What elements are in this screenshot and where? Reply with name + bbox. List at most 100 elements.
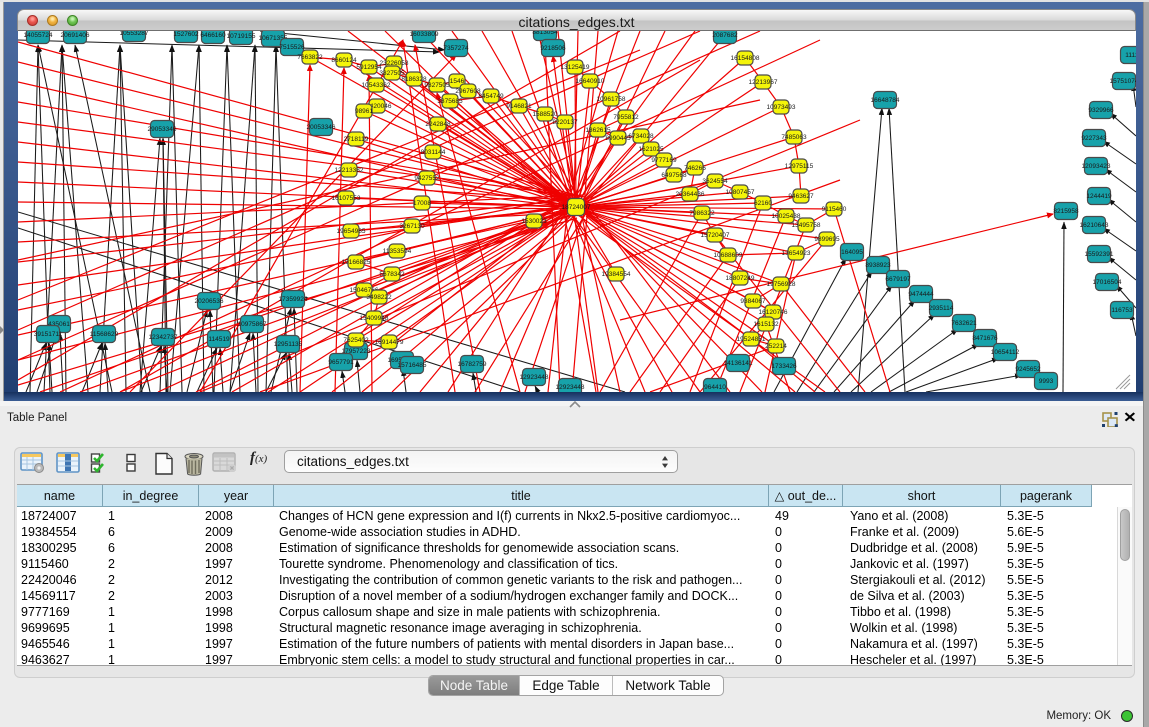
svg-text:16154808: 16154808: [731, 55, 760, 62]
svg-text:1527602: 1527602: [173, 31, 199, 38]
svg-text:964410: 964410: [704, 384, 726, 391]
svg-text:8186328: 8186328: [401, 76, 427, 83]
svg-text:1733426: 1733426: [771, 363, 797, 370]
svg-text:10975867: 10975867: [238, 321, 267, 328]
svg-text:7357274: 7357274: [443, 45, 469, 52]
svg-text:16914479: 16914479: [375, 339, 404, 346]
svg-text:19654985: 19654985: [337, 228, 366, 235]
svg-text:10543362: 10543362: [362, 82, 391, 89]
svg-text:2718119: 2718119: [344, 136, 369, 143]
svg-text:9245652: 9245652: [1015, 366, 1041, 373]
svg-text:10688609: 10688609: [714, 252, 743, 259]
svg-text:14136141: 14136141: [724, 360, 753, 367]
svg-text:15592391: 15592391: [1085, 251, 1114, 258]
svg-text:19166825: 19166825: [342, 259, 371, 266]
svg-text:9899695: 9899695: [814, 236, 840, 243]
svg-text:9777169: 9777169: [651, 157, 677, 164]
svg-text:164095: 164095: [841, 249, 863, 256]
svg-text:1362615: 1362615: [585, 127, 611, 134]
svg-text:7485063: 7485063: [781, 134, 807, 141]
svg-text:9218506: 9218506: [540, 45, 566, 52]
svg-text:1244419: 1244419: [1086, 193, 1112, 200]
svg-text:19756928: 19756928: [767, 281, 796, 288]
svg-text:2242848: 2242848: [425, 121, 451, 128]
svg-text:12213382: 12213382: [335, 167, 364, 174]
svg-text:8938923: 8938923: [865, 262, 891, 269]
svg-text:6734028: 6734028: [628, 133, 654, 140]
svg-text:13654923: 13654923: [782, 250, 811, 257]
svg-text:12342737: 12342737: [149, 334, 178, 341]
svg-text:12975115: 12975115: [785, 163, 814, 170]
svg-text:10025438: 10025438: [772, 213, 801, 220]
svg-text:8990445: 8990445: [605, 135, 631, 142]
svg-text:8031144: 8031144: [421, 149, 446, 156]
svg-text:12093423: 12093423: [1082, 163, 1111, 170]
svg-text:13125419: 13125419: [561, 64, 590, 71]
svg-text:114519: 114519: [208, 336, 230, 343]
svg-text:9115460: 9115460: [822, 206, 847, 213]
svg-text:39151711: 39151711: [34, 331, 63, 338]
svg-text:5678342: 5678342: [379, 271, 405, 278]
svg-text:16782759: 16782759: [458, 361, 487, 368]
svg-text:3375685: 3375685: [437, 98, 463, 105]
svg-text:20053346: 20053346: [307, 124, 336, 131]
svg-text:98961: 98961: [355, 108, 373, 115]
svg-text:7955812: 7955812: [613, 114, 639, 121]
svg-text:15751074: 15751074: [1110, 78, 1136, 85]
svg-text:18807249: 18807249: [726, 275, 755, 282]
svg-text:8471676: 8471676: [972, 335, 998, 342]
svg-text:10961758: 10961758: [597, 96, 626, 103]
svg-text:10807457: 10807457: [726, 189, 755, 196]
svg-text:9657791: 9657791: [328, 359, 354, 366]
svg-text:16120746: 16120746: [759, 309, 788, 316]
svg-text:6497568: 6497568: [661, 172, 687, 179]
svg-text:7515526: 7515526: [279, 44, 305, 51]
svg-text:9227343: 9227343: [1081, 135, 1107, 142]
svg-text:1530023: 1530023: [521, 218, 547, 225]
svg-text:7663822: 7663822: [297, 54, 323, 61]
svg-text:8813054: 8813054: [532, 31, 558, 36]
svg-text:10719155: 10719155: [227, 33, 256, 40]
svg-text:5912954: 5912954: [356, 64, 382, 71]
svg-text:9993: 9993: [1039, 378, 1054, 385]
svg-text:8215958: 8215958: [1053, 208, 1079, 215]
svg-text:14055724: 14055724: [24, 32, 53, 39]
svg-text:8220137: 8220137: [552, 119, 578, 126]
svg-text:10973493: 10973493: [767, 104, 796, 111]
svg-text:9384067: 9384067: [740, 298, 766, 305]
svg-text:1621025: 1621025: [638, 146, 664, 153]
svg-text:9146821: 9146821: [506, 103, 532, 110]
svg-text:16648784: 16648784: [871, 97, 900, 104]
svg-text:16640910: 16640910: [576, 78, 605, 85]
svg-text:20691406: 20691406: [61, 32, 90, 39]
svg-text:6466160: 6466160: [200, 32, 226, 39]
svg-text:116753: 116753: [1111, 307, 1133, 314]
svg-text:17008: 17008: [413, 200, 431, 207]
svg-text:1615132: 1615132: [753, 321, 779, 328]
svg-text:9474444: 9474444: [908, 291, 934, 298]
svg-text:19384554: 19384554: [602, 271, 631, 278]
svg-text:19524851: 19524851: [737, 336, 766, 343]
svg-text:12213967: 12213967: [749, 79, 778, 86]
svg-text:1112: 1112: [1125, 52, 1136, 59]
svg-text:17359924: 17359924: [279, 296, 308, 303]
svg-text:3267130: 3267130: [399, 223, 425, 230]
svg-text:1588520: 1588520: [532, 111, 558, 118]
svg-text:16210643: 16210643: [1080, 222, 1109, 229]
svg-text:20364436: 20364436: [676, 191, 705, 198]
svg-text:7632621: 7632621: [951, 320, 977, 327]
svg-text:746266: 746266: [684, 165, 706, 172]
svg-text:9463627: 9463627: [788, 193, 814, 200]
svg-text:2967608: 2967608: [455, 88, 481, 95]
svg-text:6679197: 6679197: [885, 276, 911, 283]
svg-text:7986322: 7986322: [689, 210, 715, 217]
svg-text:2087682: 2087682: [712, 32, 738, 39]
svg-text:62160: 62160: [754, 200, 772, 207]
svg-text:9327505: 9327505: [424, 82, 450, 89]
svg-text:10654112: 10654112: [991, 349, 1020, 356]
svg-text:2935114: 2935114: [929, 305, 954, 312]
svg-text:12951135: 12951135: [274, 341, 303, 348]
svg-text:252214: 252214: [765, 343, 787, 350]
svg-text:8660124: 8660124: [331, 57, 357, 64]
svg-text:20206536: 20206536: [195, 298, 224, 305]
